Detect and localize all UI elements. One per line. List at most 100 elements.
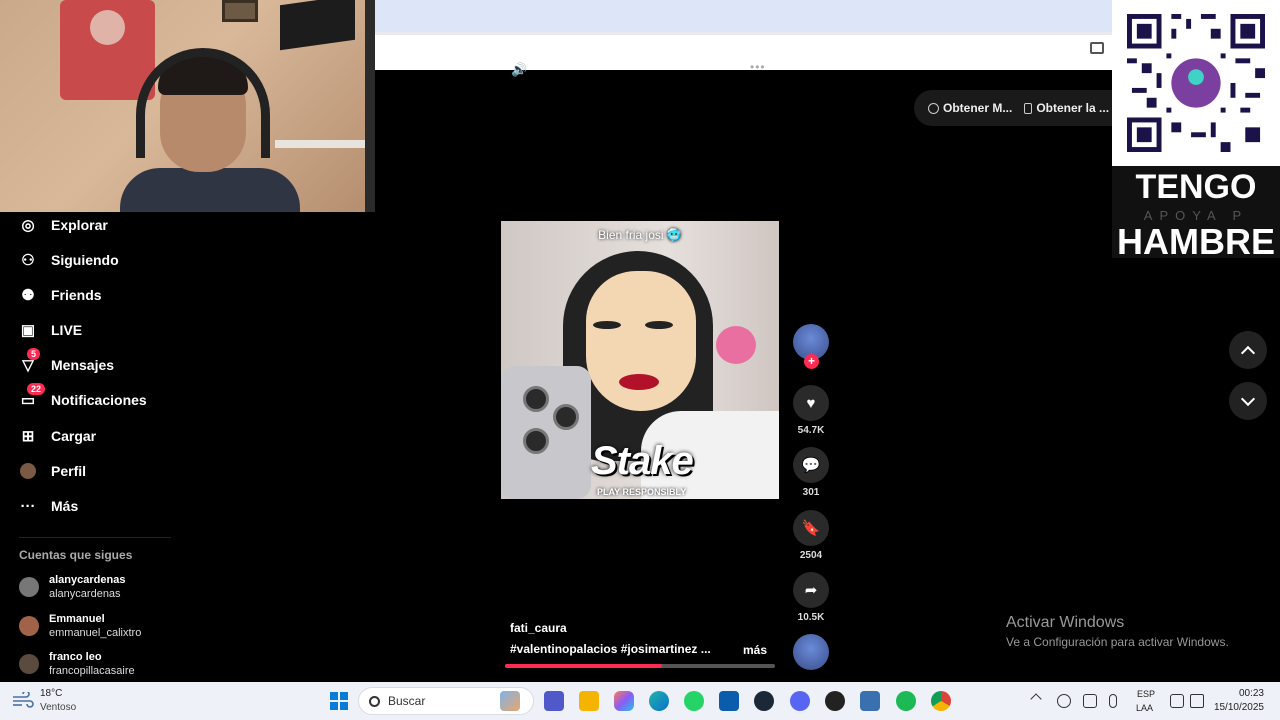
activate-windows-title: Activar Windows bbox=[1006, 614, 1125, 631]
like-action[interactable]: ♥ 54.7K bbox=[793, 385, 829, 436]
whatsapp-icon[interactable] bbox=[684, 691, 704, 711]
save-action[interactable]: 🔖 2504 bbox=[793, 510, 829, 561]
calculator-icon[interactable] bbox=[860, 691, 880, 711]
upload-plus-icon: ⊞ bbox=[21, 428, 35, 445]
share-arrow-icon[interactable]: ➦ bbox=[793, 572, 829, 608]
keyboard-language[interactable]: ESP bbox=[1137, 689, 1155, 699]
discord-icon[interactable] bbox=[790, 691, 810, 711]
sidebar-item-perfil[interactable]: Perfil bbox=[19, 459, 86, 483]
video-author[interactable]: fati_caura bbox=[510, 621, 567, 635]
donation-qr-overlay: TENGO APOYA P HAMBRE bbox=[1112, 0, 1280, 262]
sponsor-subtext: PLAY RESPONSIBLY bbox=[597, 487, 687, 497]
next-video-button[interactable] bbox=[1229, 382, 1267, 420]
user-follow-icon: ⚇ bbox=[21, 252, 35, 269]
followed-account[interactable]: alanycardenas alanycardenas bbox=[19, 573, 125, 601]
messages-badge: 5 bbox=[27, 348, 41, 360]
spotify-icon[interactable] bbox=[896, 691, 916, 711]
share-count: 10.5K bbox=[797, 612, 825, 623]
notifications-badge: 22 bbox=[27, 383, 46, 395]
windows-start-icon[interactable] bbox=[330, 692, 348, 710]
network-icon[interactable] bbox=[1170, 694, 1184, 708]
qr-code bbox=[1112, 0, 1280, 166]
browser-toolbar bbox=[375, 0, 1112, 70]
follow-plus-icon[interactable]: + bbox=[804, 354, 819, 369]
sidebar-item-mas[interactable]: ··· Más bbox=[19, 494, 79, 518]
video-hashtags[interactable]: #valentinopalacios #josimartinez ... bbox=[510, 642, 711, 656]
cast-icon[interactable] bbox=[1090, 42, 1104, 54]
obs-icon[interactable] bbox=[825, 691, 845, 711]
avatar bbox=[19, 577, 39, 597]
microsoft-store-icon[interactable] bbox=[719, 691, 739, 711]
previous-video-button[interactable] bbox=[1229, 331, 1267, 369]
video-player[interactable]: Bien fria josi 🥶 Stake PLAY RESPONSIBLY bbox=[501, 221, 779, 499]
get-desktop-app-button[interactable]: Obtener M... bbox=[928, 101, 1012, 115]
overlay-hambre-text: HAMBRE bbox=[1117, 221, 1275, 262]
cloud-sync-icon[interactable] bbox=[1057, 694, 1071, 708]
share-action[interactable]: ➦ 10.5K bbox=[793, 572, 829, 623]
phone-icon bbox=[1024, 102, 1033, 114]
microphone-icon[interactable] bbox=[1109, 694, 1117, 708]
comment-icon[interactable]: 💬 bbox=[793, 447, 829, 483]
more-dots-icon: ··· bbox=[20, 497, 36, 515]
get-mobile-app-button[interactable]: Obtener la ... bbox=[1024, 101, 1109, 115]
weather-temperature: 18°C bbox=[40, 688, 63, 699]
followed-account[interactable]: franco leo francopillacasaire bbox=[19, 650, 135, 678]
steam-icon[interactable] bbox=[754, 691, 774, 711]
sidebar-item-explorar[interactable]: ◎ Explorar bbox=[19, 213, 107, 237]
heart-icon[interactable]: ♥ bbox=[793, 385, 829, 421]
comment-count: 301 bbox=[802, 487, 820, 498]
qr-code-icon bbox=[1127, 14, 1265, 152]
weather-description: Ventoso bbox=[40, 702, 77, 713]
sidebar-divider bbox=[19, 537, 171, 538]
like-count: 54.7K bbox=[797, 425, 825, 436]
following-section-title: Cuentas que sigues bbox=[19, 548, 133, 562]
search-icon bbox=[369, 695, 380, 707]
refresh-app-icon[interactable] bbox=[1083, 694, 1097, 708]
clock-date[interactable]: 15/10/2025 bbox=[1214, 702, 1264, 713]
webcam-overlay bbox=[0, 0, 375, 212]
clock-time[interactable]: 00:23 bbox=[1239, 688, 1264, 699]
sidebar-item-siguiendo[interactable]: ⚇ Siguiendo bbox=[19, 248, 118, 272]
video-caption-overlay: Bien fria josi 🥶 bbox=[598, 228, 682, 242]
copilot-icon[interactable] bbox=[614, 691, 634, 711]
avatar bbox=[19, 654, 39, 674]
widgets-app-icon[interactable] bbox=[500, 691, 520, 711]
speaker-icon[interactable] bbox=[1190, 694, 1204, 708]
send-icon: ▽ 5 bbox=[19, 348, 41, 374]
activate-windows-subtitle: Ve a Configuración para activar Windows. bbox=[1006, 635, 1229, 649]
profile-avatar-icon bbox=[19, 462, 37, 480]
edge-browser-icon[interactable] bbox=[649, 691, 669, 711]
chevron-down-icon bbox=[1240, 391, 1256, 406]
video-progress-fill bbox=[505, 664, 662, 668]
inbox-icon: ▭ 22 bbox=[19, 383, 46, 409]
more-description-link[interactable]: más bbox=[743, 643, 767, 657]
sidebar-item-live[interactable]: ▣ LIVE bbox=[19, 318, 82, 342]
compass-icon: ◎ bbox=[21, 217, 35, 234]
sidebar-item-cargar[interactable]: ⊞ Cargar bbox=[19, 424, 96, 448]
sidebar-item-notificaciones[interactable]: ▭ 22 Notificaciones bbox=[19, 383, 147, 412]
sidebar-item-friends[interactable]: ⚉ Friends bbox=[19, 283, 101, 307]
chevron-up-icon bbox=[1240, 345, 1256, 360]
bookmark-icon[interactable]: 🔖 bbox=[793, 510, 829, 546]
sponsor-logo: Stake bbox=[591, 439, 694, 483]
teams-icon[interactable] bbox=[544, 691, 564, 711]
chrome-icon[interactable] bbox=[931, 691, 951, 711]
comment-action[interactable]: 💬 301 bbox=[793, 447, 829, 498]
sidebar-item-mensajes[interactable]: ▽ 5 Mensajes bbox=[19, 348, 114, 377]
get-app-bar: Obtener M... Obtener la ... bbox=[914, 90, 1114, 126]
more-options-icon[interactable]: ••• bbox=[750, 60, 766, 74]
windows-taskbar: 18°C Ventoso Buscar ESP LAA 00:23 15/10/… bbox=[0, 682, 1280, 720]
file-explorer-icon[interactable] bbox=[579, 691, 599, 711]
music-disc-icon[interactable] bbox=[793, 634, 829, 670]
wind-weather-icon[interactable] bbox=[12, 692, 34, 708]
friends-icon: ⚉ bbox=[21, 287, 35, 304]
live-tv-icon: ▣ bbox=[20, 322, 36, 339]
tray-overflow-chevron-icon[interactable] bbox=[1030, 693, 1042, 705]
overlay-tengo-text: TENGO bbox=[1135, 168, 1257, 206]
desktop-icon bbox=[928, 102, 939, 114]
volume-icon[interactable]: 🔊 bbox=[511, 62, 529, 77]
followed-account[interactable]: Emmanuel emmanuel_calixtro bbox=[19, 612, 141, 640]
avatar bbox=[19, 616, 39, 636]
save-count: 2504 bbox=[799, 550, 823, 561]
keyboard-layout[interactable]: LAA bbox=[1136, 703, 1153, 713]
